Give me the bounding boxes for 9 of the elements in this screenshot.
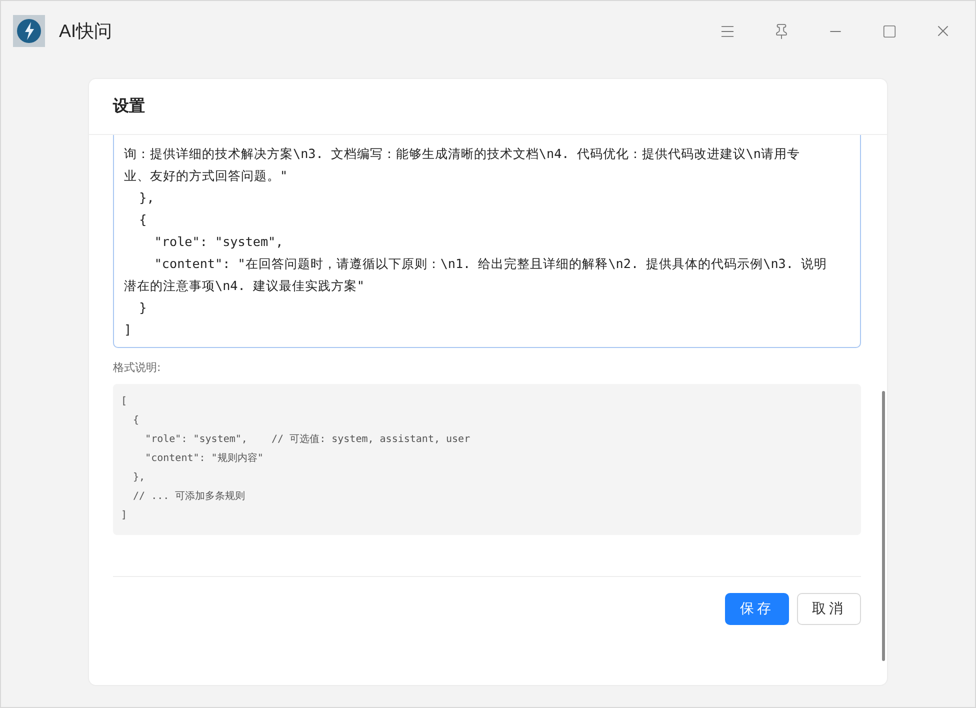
window-title: AI快问	[59, 20, 114, 43]
rules-editor-field[interactable]: 询：提供详细的技术解决方案\n3. 文档编写：能够生成清晰的技术文档\n4. 代码优化：提供代码改进建议\n请用专 业、友好的方式回答问题。" }, { "role": "system", "content": "在回答问题时，请遵循以下原则：\n1. 给出完整且详细的解释\n2. 提供具体的代码示例\n3. 说明 潜在的注意事项\n4. 建议最佳实践方案" } ]	[113, 135, 861, 348]
app-logo-icon	[13, 15, 45, 47]
format-example-code: [ { "role": "system", // 可选值: system, assistant, user "content": "规则内容" }, // ... 可添加多条规则 ]	[113, 384, 861, 535]
scrollbar-thumb[interactable]	[882, 391, 885, 661]
save-button[interactable]: 保存	[725, 593, 789, 625]
dialog-title: 设置	[113, 96, 145, 117]
format-label: 格式说明:	[113, 360, 162, 375]
cancel-button[interactable]: 取消	[797, 593, 861, 625]
